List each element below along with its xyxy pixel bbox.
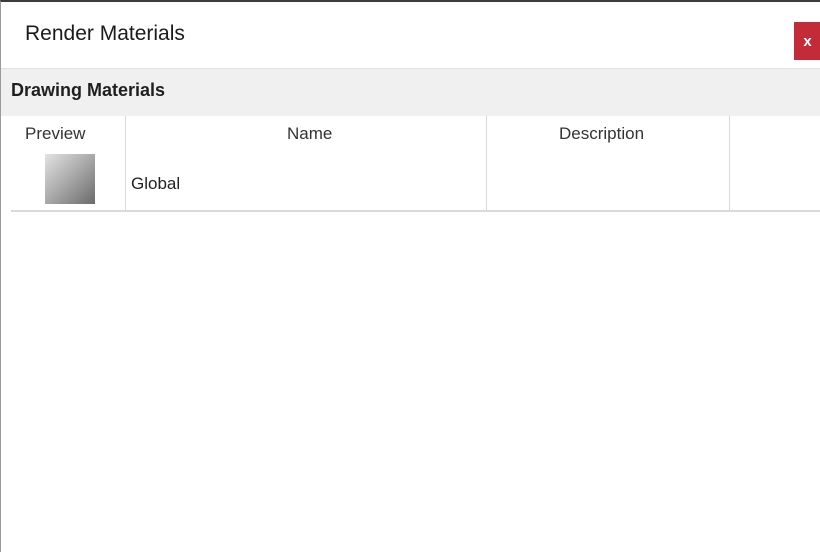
close-button[interactable]: x — [794, 22, 820, 60]
section-header: Drawing Materials — [1, 68, 820, 116]
column-header-name[interactable]: Name — [287, 124, 332, 144]
column-header-preview[interactable]: Preview — [25, 124, 85, 144]
material-name-cell: Global — [131, 174, 181, 193]
table-row[interactable]: Global — [11, 154, 820, 212]
window-title: Render Materials — [25, 22, 185, 45]
column-header-description[interactable]: Description — [559, 124, 644, 144]
material-preview-swatch — [45, 154, 95, 204]
close-icon: x — [803, 32, 812, 50]
section-title: Drawing Materials — [11, 80, 166, 100]
materials-table: Preview Name Description Global — [11, 116, 820, 552]
title-bar: Render Materials x — [1, 2, 820, 68]
render-materials-window: Render Materials x Drawing Materials Pre… — [0, 0, 820, 552]
